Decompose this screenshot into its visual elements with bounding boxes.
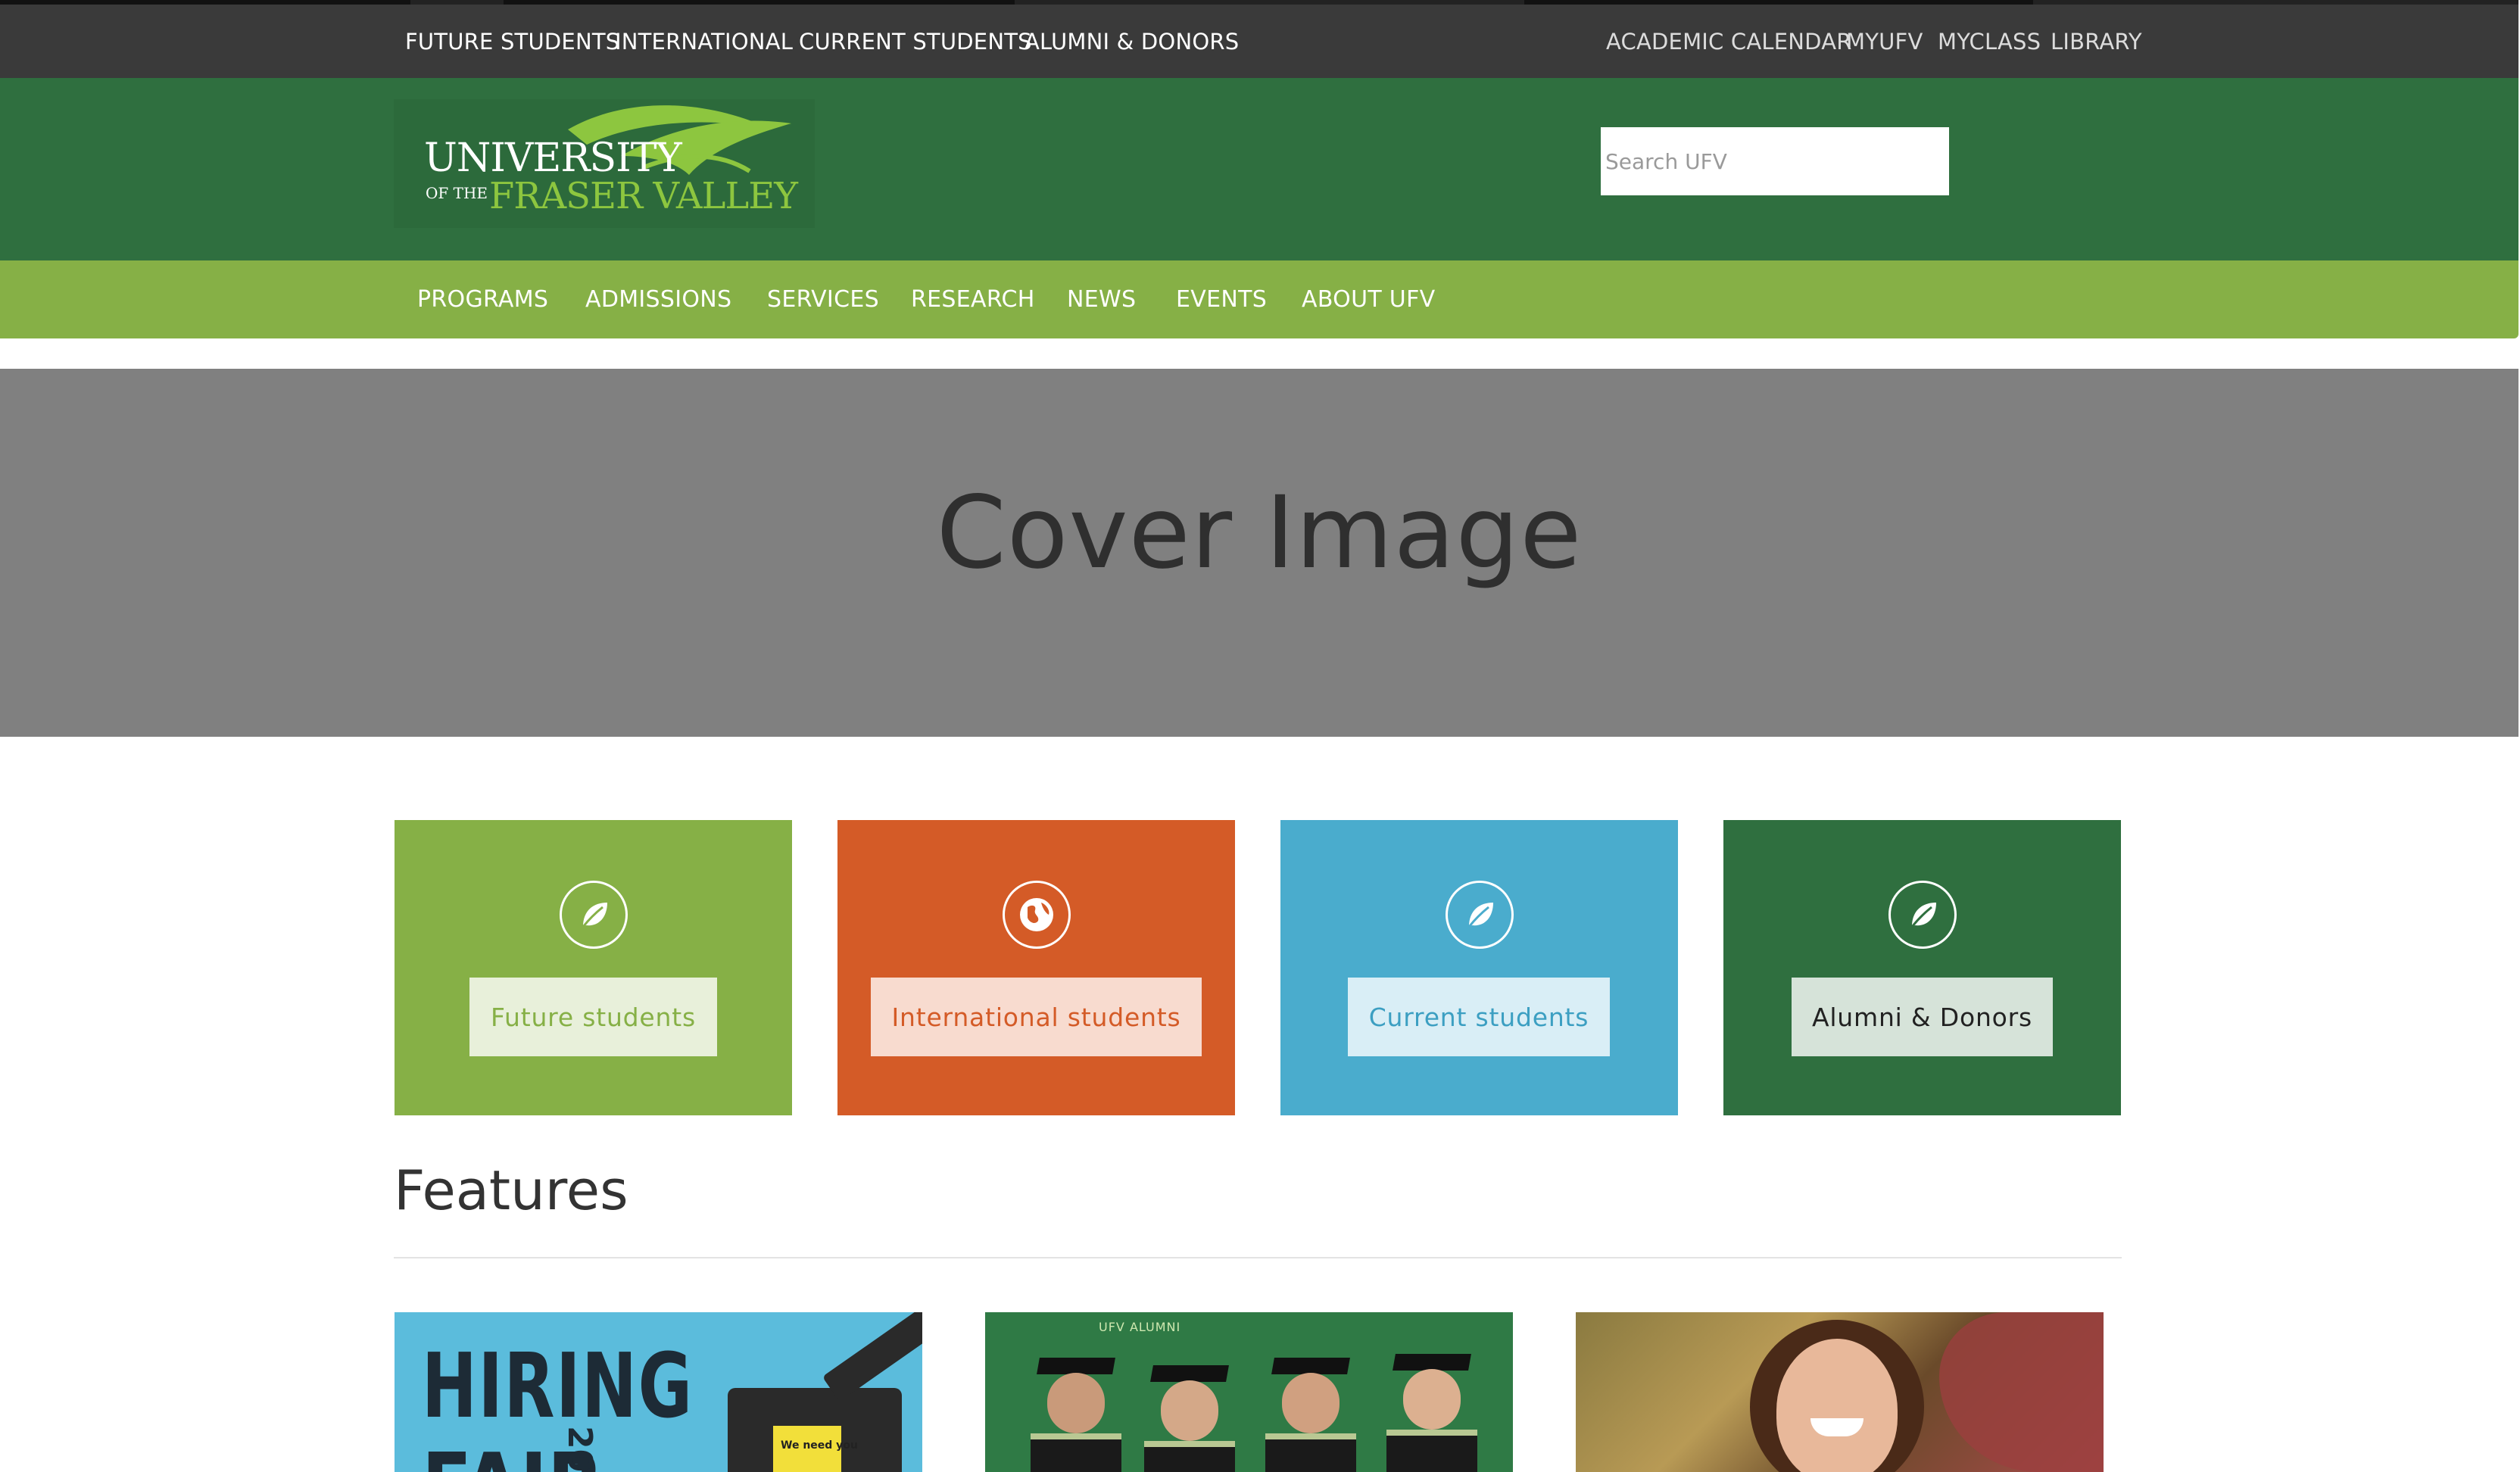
- top-accent-segment: [1524, 0, 2033, 5]
- nav-admissions[interactable]: ADMISSIONS: [585, 286, 731, 313]
- hiring-fair-image[interactable]: HIRING FAIR 20 We need you: [395, 1312, 922, 1472]
- hiring-text: HIRING: [422, 1333, 694, 1438]
- toplink-myclass[interactable]: MYCLASS: [1938, 29, 2041, 55]
- note-text: We need you: [781, 1439, 858, 1452]
- card-label[interactable]: International students: [871, 978, 1202, 1056]
- nav-services[interactable]: SERVICES: [767, 286, 879, 313]
- alumni-banner: UFV ALUMNI: [1099, 1320, 1181, 1334]
- features-heading: Features: [394, 1159, 628, 1222]
- logo-line1: UNIVERSITY: [424, 136, 682, 181]
- card-future-students[interactable]: Future students: [395, 820, 792, 1115]
- grad-figure: [1386, 1354, 1477, 1472]
- toplink-current-students[interactable]: CURRENT STUDENTS: [799, 29, 1032, 55]
- cover-image: Cover Image: [0, 369, 2518, 737]
- card-current-students[interactable]: Current students: [1280, 820, 1678, 1115]
- card-international-students[interactable]: International students: [837, 820, 1235, 1115]
- card-label[interactable]: Future students: [469, 978, 717, 1056]
- toplink-myufv[interactable]: MYUFV: [1846, 29, 1923, 55]
- card-label[interactable]: Alumni & Donors: [1792, 978, 2053, 1056]
- grad-figure: [1265, 1358, 1356, 1472]
- toplink-alumni-donors[interactable]: ALUMNI & DONORS: [1025, 29, 1239, 55]
- toplink-international[interactable]: INTERNATIONAL: [615, 29, 793, 55]
- student-portrait-image[interactable]: [1576, 1312, 2104, 1472]
- card-label[interactable]: Current students: [1348, 978, 1610, 1056]
- nav-about-ufv[interactable]: ABOUT UFV: [1302, 286, 1435, 313]
- site-header: UNIVERSITY OF THE FRASER VALLEY: [0, 78, 2518, 260]
- nav-research[interactable]: RESEARCH: [911, 286, 1035, 313]
- foliage-shape: [1939, 1312, 2104, 1472]
- face-shape: [1776, 1339, 1898, 1472]
- graduates-image[interactable]: UFV ALUMNI: [985, 1312, 1513, 1472]
- leaf-icon: [560, 881, 628, 949]
- features-divider: [394, 1257, 2122, 1258]
- logo-line2: FRASER VALLEY: [489, 175, 798, 217]
- leaf-icon: [1446, 881, 1514, 949]
- toplink-academic-calendar[interactable]: ACADEMIC CALENDAR: [1606, 29, 1852, 55]
- top-utility-bar: FUTURE STUDENTS INTERNATIONAL CURRENT ST…: [0, 0, 2518, 78]
- top-accent-segment: [504, 0, 1015, 5]
- leaf-icon: [1888, 881, 1957, 949]
- nav-news[interactable]: NEWS: [1067, 286, 1136, 313]
- search-input[interactable]: [1601, 127, 1949, 195]
- logo-line2-small: OF THE: [426, 184, 488, 202]
- main-nav: PROGRAMS ADMISSIONS SERVICES RESEARCH NE…: [0, 260, 2518, 338]
- toplink-library[interactable]: LIBRARY: [2051, 29, 2142, 55]
- year-text: 20: [560, 1426, 599, 1472]
- ufv-logo[interactable]: UNIVERSITY OF THE FRASER VALLEY: [394, 99, 815, 228]
- nav-events[interactable]: EVENTS: [1176, 286, 1267, 313]
- globe-icon: [1003, 881, 1071, 949]
- nav-programs[interactable]: PROGRAMS: [417, 286, 548, 313]
- grad-figure: [1031, 1358, 1121, 1472]
- grad-figure: [1144, 1365, 1235, 1472]
- card-alumni-donors[interactable]: Alumni & Donors: [1723, 820, 2121, 1115]
- top-accent-segment: [0, 0, 410, 5]
- cover-title: Cover Image: [936, 475, 1583, 591]
- toplink-future-students[interactable]: FUTURE STUDENTS: [405, 29, 619, 55]
